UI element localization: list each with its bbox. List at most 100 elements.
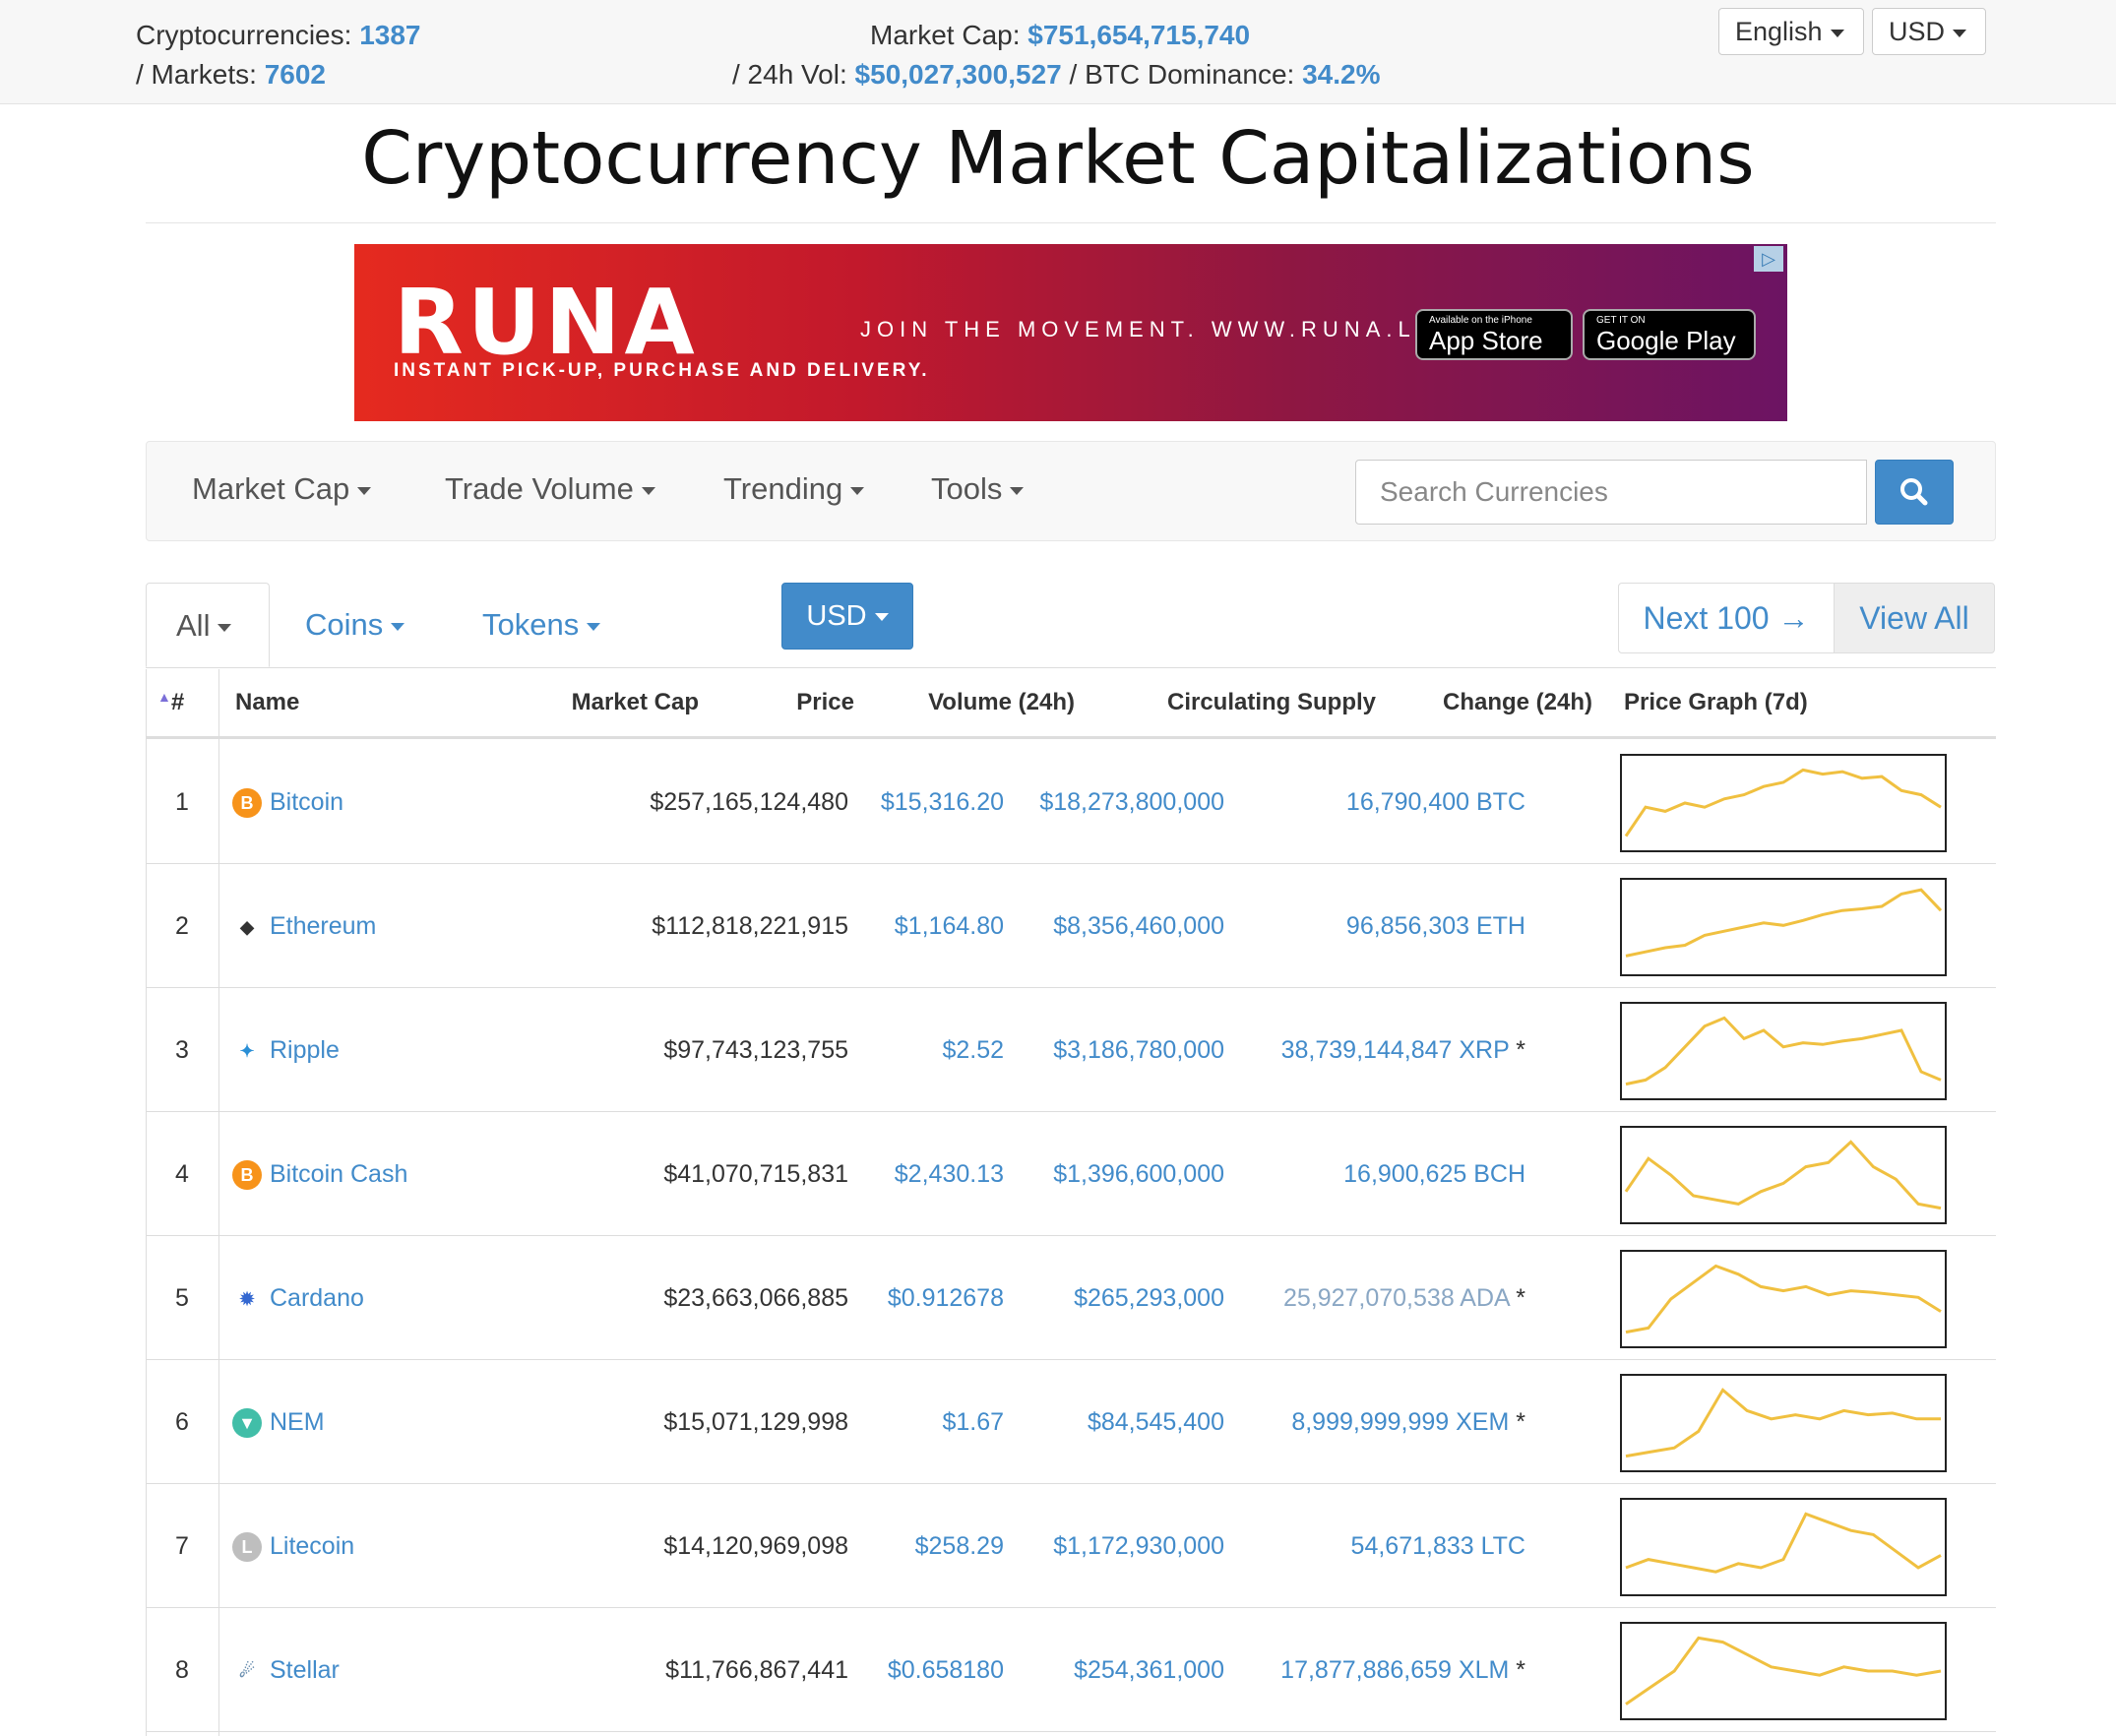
volume-link[interactable]: $1,172,930,000 <box>1022 1484 1224 1608</box>
table-row[interactable]: 5 ✹ Cardano $23,663,066,885 $0.912678 $265,29… <box>146 1236 1996 1360</box>
circulating-supply-link[interactable]: 17,877,886,659 XLM <box>1280 1656 1509 1684</box>
currency-name-link[interactable]: ▼ NEM <box>232 1360 325 1484</box>
price-graph-7d[interactable] <box>1620 1374 1947 1472</box>
sparkline-path <box>1625 1512 1942 1574</box>
title-divider <box>146 222 1996 223</box>
sparkline-svg <box>1624 768 1942 837</box>
sparkline-svg <box>1625 1512 1942 1574</box>
nav-trending[interactable]: Trending <box>723 471 865 507</box>
table-row[interactable]: 2 ◆ Ethereum $112,818,221,915 $1,164.80 $8,35… <box>146 864 1996 988</box>
search-icon <box>1900 478 1928 506</box>
google-play-text: Google Play <box>1596 326 1736 355</box>
volume-value-link[interactable]: $50,027,300,527 <box>855 59 1062 90</box>
tab-tokens[interactable]: Tokens <box>482 583 601 667</box>
price-link[interactable]: $1,164.80 <box>864 864 1004 988</box>
volume-link[interactable]: $3,186,780,000 <box>1022 988 1224 1112</box>
price-graph-7d[interactable] <box>1620 1498 1947 1596</box>
price-link[interactable]: $0.658180 <box>864 1608 1004 1732</box>
circulating-supply-link[interactable]: 96,856,303 ETH <box>1346 912 1525 940</box>
app-store-badge[interactable]: Available on the iPhone App Store <box>1415 309 1573 360</box>
price-graph-7d[interactable] <box>1620 754 1947 852</box>
caret-down-icon <box>1953 29 1967 37</box>
table-currency-dropdown[interactable]: USD <box>781 583 913 650</box>
search-button[interactable] <box>1875 460 1954 525</box>
price-link[interactable]: $2.52 <box>864 988 1004 1112</box>
price-graph-7d[interactable] <box>1620 878 1947 976</box>
currency-name-link[interactable]: ✹ Cardano <box>232 1236 364 1360</box>
circulating-supply-cell: 17,877,886,659 XLM * <box>1228 1608 1525 1732</box>
volume-dominance-stat: / 24h Vol: $50,027,300,527 / BTC Dominan… <box>732 59 1380 91</box>
header-name[interactable]: Name <box>235 689 299 716</box>
circulating-supply-link[interactable]: 38,739,144,847 XRP <box>1281 1036 1510 1064</box>
table-row[interactable]: 1 B Bitcoin $257,165,124,480 $15,316.20 $18,2… <box>146 740 1996 864</box>
volume-link[interactable]: $254,361,000 <box>1022 1608 1224 1732</box>
header-circulating-supply[interactable]: Circulating Supply <box>1112 689 1376 716</box>
market-cap-value-link[interactable]: $751,654,715,740 <box>1027 20 1250 50</box>
currency-name-link[interactable]: ☄ Stellar <box>232 1608 340 1732</box>
markets-count-link[interactable]: 7602 <box>265 59 326 90</box>
currency-name-link[interactable]: ✦ Ripple <box>232 988 339 1112</box>
language-dropdown[interactable]: English <box>1718 8 1864 55</box>
nav-tools[interactable]: Tools <box>931 471 1025 507</box>
price-graph-7d[interactable] <box>1620 1622 1947 1720</box>
price-link[interactable]: $2,430.13 <box>864 1112 1004 1236</box>
volume-link[interactable]: $84,545,400 <box>1022 1360 1224 1484</box>
volume-link[interactable]: $265,293,000 <box>1022 1236 1224 1360</box>
header-market-cap[interactable]: Market Cap <box>512 689 699 716</box>
currency-name-link[interactable]: B Bitcoin <box>232 740 343 864</box>
sparkline-svg <box>1625 1016 1942 1086</box>
nem-icon: ▼ <box>232 1408 262 1439</box>
header-change[interactable]: Change (24h) <box>1398 689 1592 716</box>
table-row[interactable]: 8 ☄ Stellar $11,766,867,441 $0.658180 $254,36… <box>146 1608 1996 1732</box>
header-price[interactable]: Price <box>726 689 854 716</box>
caret-down-icon <box>874 613 889 622</box>
price-link[interactable]: $15,316.20 <box>864 740 1004 864</box>
header-volume[interactable]: Volume (24h) <box>886 689 1075 716</box>
table-row[interactable]: 4 B Bitcoin Cash $41,070,715,831 $2,430.13 $1… <box>146 1112 1996 1236</box>
circulating-supply-link[interactable]: 54,671,833 LTC <box>1351 1532 1525 1560</box>
table-row[interactable]: 7 L Litecoin $14,120,969,098 $258.29 $1,172,9… <box>146 1484 1996 1608</box>
currency-name-link[interactable]: ◆ Ethereum <box>232 864 376 988</box>
price-graph-7d[interactable] <box>1620 1002 1947 1100</box>
nav-trade-volume[interactable]: Trade Volume <box>445 471 655 507</box>
market-cap-cell: $112,818,221,915 <box>652 912 848 940</box>
currency-name-link[interactable]: B Bitcoin Cash <box>232 1112 407 1236</box>
search-input[interactable] <box>1355 460 1867 525</box>
sparkline-svg <box>1625 1636 1942 1705</box>
dominance-value-link[interactable]: 34.2% <box>1302 59 1380 90</box>
price-link[interactable]: $258.29 <box>864 1484 1004 1608</box>
google-play-badge[interactable]: GET IT ON Google Play <box>1583 309 1756 360</box>
currency-dropdown[interactable]: USD <box>1872 8 1986 55</box>
currency-name-link[interactable]: L Litecoin <box>232 1484 354 1608</box>
circulating-supply-link[interactable]: 8,999,999,999 XEM <box>1291 1408 1509 1436</box>
currency-name: Cardano <box>270 1284 364 1312</box>
volume-link[interactable]: $8,356,460,000 <box>1022 864 1224 988</box>
bitcoin-icon: B <box>232 788 262 819</box>
nav-market-cap-label: Market Cap <box>192 471 350 506</box>
view-all-button[interactable]: View All <box>1834 583 1995 653</box>
tab-coins[interactable]: Coins <box>305 583 405 667</box>
circulating-supply-cell: 16,790,400 BTC <box>1228 740 1525 864</box>
price-link[interactable]: $0.912678 <box>864 1236 1004 1360</box>
currency-name: Bitcoin Cash <box>270 1160 408 1188</box>
circulating-supply-link[interactable]: 16,790,400 BTC <box>1346 788 1525 816</box>
circulating-supply-link[interactable]: 25,927,070,538 ADA <box>1283 1284 1509 1312</box>
cryptocurrencies-count-link[interactable]: 1387 <box>359 20 420 50</box>
rank-cell: 4 <box>175 1160 189 1188</box>
price-link[interactable]: $1.67 <box>864 1360 1004 1484</box>
ad-choices-icon[interactable]: ▷ <box>1754 246 1783 272</box>
table-row[interactable]: 3 ✦ Ripple $97,743,123,755 $2.52 $3,186,780,0… <box>146 988 1996 1112</box>
next-100-button[interactable]: Next 100 → <box>1618 583 1835 653</box>
price-graph-7d[interactable] <box>1620 1250 1947 1348</box>
price-graph-7d[interactable] <box>1620 1126 1947 1224</box>
volume-link[interactable]: $18,273,800,000 <box>1022 740 1224 864</box>
volume-link[interactable]: $1,396,600,000 <box>1022 1112 1224 1236</box>
sparkline-path <box>1625 1264 1942 1334</box>
table-row[interactable]: 6 ▼ NEM $15,071,129,998 $1.67 $84,545,400 8,99… <box>146 1360 1996 1484</box>
circulating-supply-link[interactable]: 16,900,625 BCH <box>1343 1160 1525 1188</box>
ad-banner[interactable]: RUNA INSTANT PICK-UP, PURCHASE AND DELIV… <box>354 244 1787 421</box>
nav-market-cap[interactable]: Market Cap <box>192 471 372 507</box>
header-rank[interactable]: ▲# <box>157 689 184 716</box>
sparkline-path <box>1625 1636 1942 1705</box>
tab-all[interactable]: All <box>146 583 270 667</box>
